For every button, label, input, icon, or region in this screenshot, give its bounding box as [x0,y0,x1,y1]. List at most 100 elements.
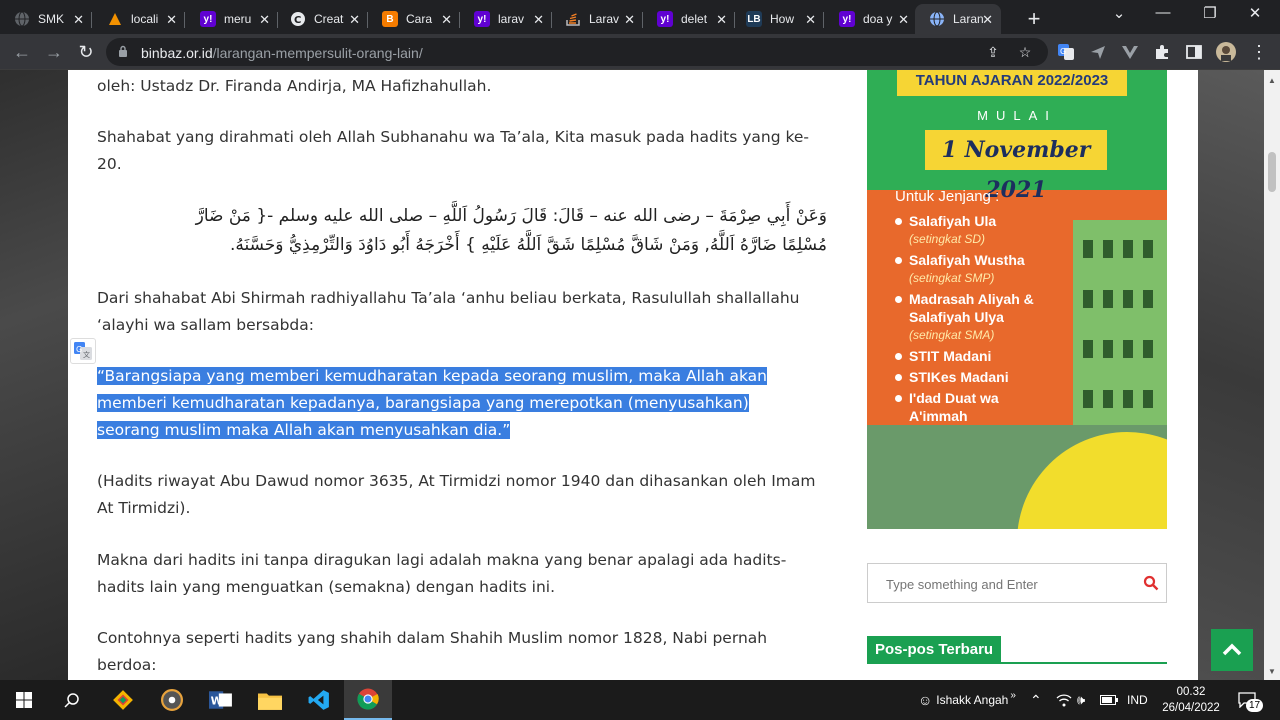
show-hidden-icons-chevron[interactable]: ⌃ [1030,680,1042,720]
side-panel-icon[interactable] [1185,43,1203,61]
start-button[interactable] [0,680,48,720]
magnifier-icon [64,693,79,708]
language-code: IND [1127,693,1148,707]
expand-icon: » [1010,689,1016,701]
paragraph-example: Contohnya seperti hadits yang shahih dal… [97,629,768,674]
search-icon[interactable] [1143,575,1159,591]
tab-close-icon[interactable]: ✕ [166,12,177,28]
reload-icon[interactable]: ↻ [74,40,98,64]
minimize-button[interactable]: — [1148,4,1178,21]
back-to-top-button[interactable] [1211,629,1253,671]
input-language[interactable]: IND [1127,680,1148,720]
back-icon[interactable]: ← [10,40,34,64]
browser-tab[interactable]: y! doa y ✕ [825,4,917,34]
highlighted-quote: “Barangsiapa yang memberi kemudharatan k… [97,363,827,444]
translate-popup-icon[interactable]: G文 [70,338,96,364]
google-translate-extension-icon[interactable]: G [1057,43,1075,61]
tab-close-icon[interactable]: ✕ [73,12,84,28]
school-admission-banner[interactable]: TAHUN AJARAN 2022/2023 MULAI 1 November … [867,70,1167,529]
browser-tab[interactable]: Larav ✕ [551,4,643,34]
network-icon[interactable] [1056,680,1072,720]
page-scrollbar[interactable]: ▲ ▼ [1264,70,1280,680]
user-profile-tray[interactable]: ☺ Ishakk Angah » [918,680,1016,720]
windows-logo-icon [16,692,32,708]
browser-tab[interactable]: y! delet ✕ [643,4,735,34]
user-name: Ishakk Angah [936,693,1009,707]
tab-title: Larav [589,12,620,26]
volume-icon[interactable]: 🕪 [1077,680,1085,720]
browser-tab[interactable]: y! meru ✕ [186,4,278,34]
scrollbar-thumb[interactable] [1268,152,1276,192]
banner-jenjang-heading: Untuk Jenjang : [895,188,1000,205]
tab-search-icon[interactable]: ⌄ [1104,4,1134,22]
menu-kebab-icon[interactable]: ⋮ [1247,40,1271,64]
forward-icon[interactable]: → [42,40,66,64]
tab-favicon-icon [14,11,30,27]
windows-taskbar: W ☺ Ishakk Angah » ⌃ 🕪 IND 00.32 26/04/2… [0,680,1280,720]
scroll-up-arrow[interactable]: ▲ [1268,76,1276,85]
tab-title: How [770,12,795,26]
battery-icon[interactable] [1100,680,1118,720]
tab-favicon-icon: y! [474,11,490,27]
tab-favicon-icon [107,11,123,27]
tab-separator [184,12,185,28]
tab-close-icon[interactable]: ✕ [441,12,452,28]
address-bar[interactable]: binbaz.or.id/larangan-mempersulit-orang-… [106,38,1048,66]
scroll-down-arrow[interactable]: ▼ [1268,667,1276,676]
tab-close-icon[interactable]: ✕ [805,12,816,28]
banner-year: TAHUN AJARAN 2022/2023 [915,72,1109,89]
tab-close-icon[interactable]: ✕ [533,12,544,28]
browser-tab[interactable]: B Cara ✕ [368,4,460,34]
send-extension-icon[interactable] [1089,43,1107,61]
arabic-line-2: مُسْلِمًا ضَارَّهُ اَللَّهُ, وَمَنْ شَاق… [229,235,827,255]
profile-avatar[interactable] [1216,42,1236,62]
author-line: oleh: Ustadz Dr. Firanda Andirja, MA Haf… [97,77,492,95]
banner-date: 1 November 2021 [925,130,1107,203]
tab-title: meru [224,12,252,26]
browser-tab[interactable]: C Creat ✕ [276,4,368,34]
browser-tab[interactable]: locali ✕ [93,4,185,34]
maximize-button[interactable]: ❐ [1195,4,1225,22]
file-explorer-icon[interactable] [246,680,294,720]
tab-favicon-icon [929,11,945,27]
chrome-taskbar-icon[interactable] [344,680,392,720]
extensions-puzzle-icon[interactable] [1153,43,1171,61]
bookmark-star-icon[interactable]: ☆ [1016,44,1034,61]
browser-tab[interactable]: Laran ✕ [915,4,1001,34]
share-icon[interactable]: ⇪ [984,44,1002,61]
browser-tab[interactable]: SMK ✕ [0,4,92,34]
tab-title: doa y [863,12,893,26]
git-app-icon[interactable] [99,680,147,720]
lock-icon [119,45,127,57]
tab-close-icon[interactable]: ✕ [624,12,635,28]
tab-close-icon[interactable]: ✕ [898,12,909,28]
word-app-icon[interactable]: W [197,680,245,720]
tab-favicon-icon: B [382,11,398,27]
close-window-button[interactable]: ✕ [1240,4,1270,22]
vue-devtools-icon[interactable] [1121,43,1139,61]
person-icon: ☺ [918,692,933,708]
media-player-icon[interactable] [148,680,196,720]
new-tab-button[interactable]: + [1022,6,1046,32]
search-input[interactable] [886,573,1136,595]
browser-tab[interactable]: LB How ✕ [732,4,824,34]
search-taskbar-button[interactable] [48,680,96,720]
tab-close-icon[interactable]: ✕ [259,12,270,28]
banner-mulai: MULAI [977,108,1057,123]
tab-separator [91,12,92,28]
notification-center[interactable]: 17 [1238,680,1264,720]
tab-close-icon[interactable]: ✕ [349,12,360,28]
recent-posts-heading: Pos-pos Terbaru [867,636,1167,664]
paragraph-intro: Shahabat yang dirahmati oleh Allah Subha… [97,128,810,173]
level-item: I'dad Duat wa A'immah [895,389,1015,425]
tab-title: SMK [38,12,65,26]
paragraph-narration: Dari shahabat Abi Shirmah radhiyallahu T… [97,289,800,334]
svg-text:文: 文 [83,350,90,359]
tab-close-icon[interactable]: ✕ [716,12,727,28]
tab-close-icon[interactable]: ✕ [982,12,993,28]
browser-tab[interactable]: y! larav ✕ [460,4,552,34]
system-clock[interactable]: 00.32 26/04/2022 [1158,684,1224,716]
background-pattern-right [1198,70,1264,680]
quote-line-1: “Barangsiapa yang memberi kemudharatan k… [97,367,767,385]
vscode-icon[interactable] [295,680,343,720]
